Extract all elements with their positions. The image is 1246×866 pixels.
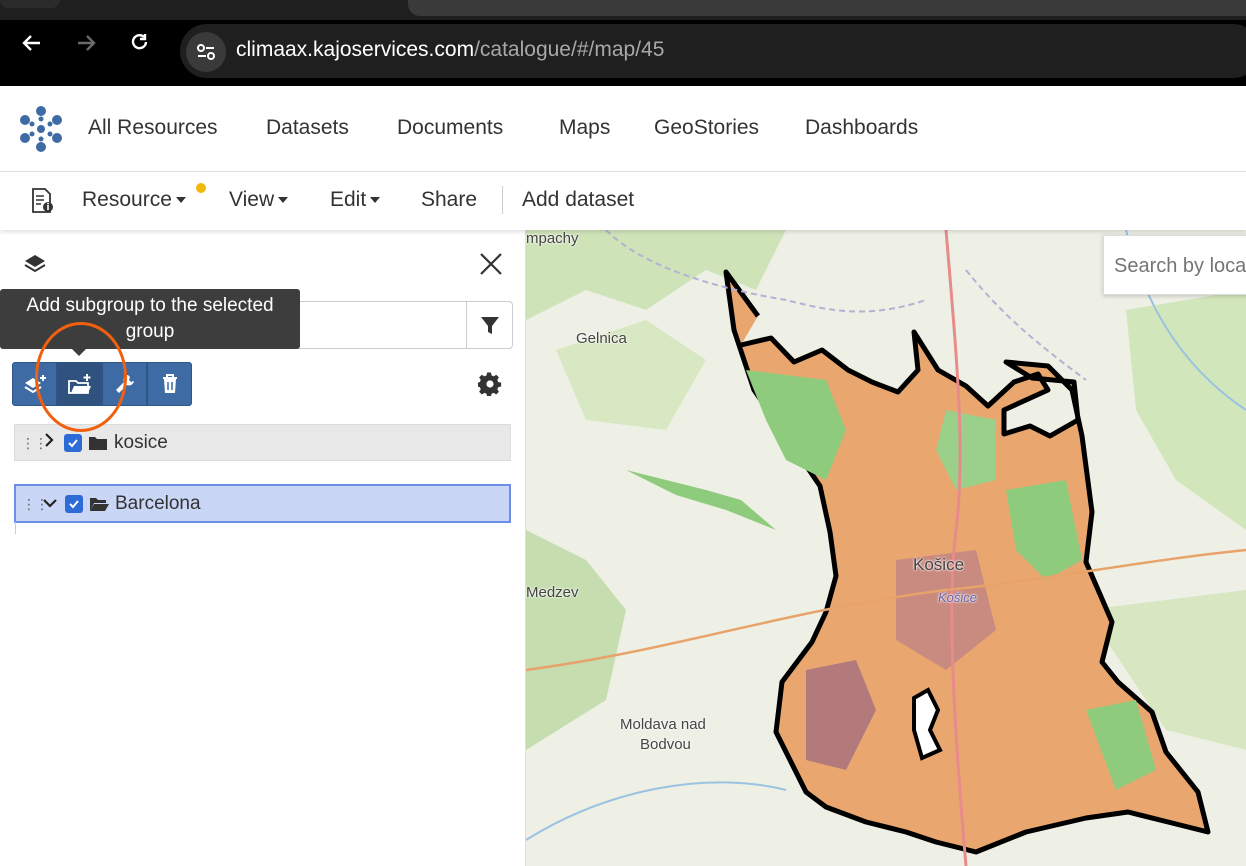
browser-tab-active[interactable] xyxy=(408,0,1246,16)
view-menu[interactable]: View xyxy=(229,188,289,212)
nav-all-resources[interactable]: All Resources xyxy=(88,116,218,140)
browser-tab-strip xyxy=(0,0,1246,20)
map-label-bodvou: Bodvou xyxy=(640,736,691,753)
tree-group-barcelona[interactable]: ⋮⋮ Barcelona xyxy=(14,484,511,523)
gear-icon[interactable] xyxy=(478,372,502,396)
close-icon[interactable] xyxy=(478,250,504,278)
geonode-logo-icon[interactable] xyxy=(16,104,66,154)
reload-button[interactable] xyxy=(130,33,150,53)
nav-datasets[interactable]: Datasets xyxy=(266,116,349,140)
folder-open-icon xyxy=(90,497,109,511)
map-viewport[interactable] xyxy=(526,230,1246,866)
browser-tab[interactable] xyxy=(0,0,60,8)
arrow-right-icon xyxy=(78,35,96,51)
nav-geostories[interactable]: GeoStories xyxy=(654,116,759,140)
menu-divider xyxy=(502,186,503,214)
resource-menu[interactable]: Resource xyxy=(82,188,186,212)
edit-menu-label: Edit xyxy=(330,188,367,211)
nav-documents[interactable]: Documents xyxy=(397,116,503,140)
map-canvas xyxy=(526,230,1246,866)
map-label-medzev: Medzev xyxy=(526,584,579,601)
url-domain: climaax.kajoservices.com xyxy=(236,38,475,61)
nav-dashboards[interactable]: Dashboards xyxy=(805,116,918,140)
filter-button[interactable] xyxy=(466,302,512,348)
annotation-highlight-circle xyxy=(35,322,127,432)
nav-maps[interactable]: Maps xyxy=(559,116,610,140)
visibility-checkbox[interactable] xyxy=(64,433,82,452)
map-label-kosice-small: Košice xyxy=(938,590,978,605)
check-icon xyxy=(68,438,78,447)
drag-handle-icon[interactable]: ⋮⋮ xyxy=(21,436,48,450)
tooltip: Add subgroup to the selected group xyxy=(0,289,300,349)
chevron-right-icon[interactable] xyxy=(41,432,57,454)
folder-icon xyxy=(89,436,107,450)
tune-icon xyxy=(197,44,215,60)
edit-menu[interactable]: Edit xyxy=(330,188,381,212)
drag-handle-icon[interactable]: ⋮⋮ xyxy=(22,497,49,511)
chevron-down-icon[interactable] xyxy=(42,493,58,515)
caret-down-icon xyxy=(370,197,381,204)
add-dataset-button[interactable]: Add dataset xyxy=(522,188,634,212)
document-info-icon[interactable] xyxy=(30,188,54,214)
layers-icon xyxy=(24,255,46,273)
map-label-top: mpachy xyxy=(526,230,579,247)
map-label-moldava: Moldava nad xyxy=(620,716,706,733)
forward-button[interactable] xyxy=(76,33,96,53)
visibility-checkbox[interactable] xyxy=(65,494,83,513)
filter-icon xyxy=(481,317,499,334)
back-button[interactable] xyxy=(22,33,42,53)
check-icon xyxy=(69,499,79,508)
map-search-input[interactable] xyxy=(1114,254,1246,278)
caret-down-icon xyxy=(175,197,186,204)
url-text[interactable]: climaax.kajoservices.com/catalogue/#/map… xyxy=(236,38,664,62)
share-button[interactable]: Share xyxy=(421,188,477,212)
map-label-kosice: Košice xyxy=(913,555,965,574)
trash-icon xyxy=(162,374,177,393)
url-path: /catalogue/#/map/45 xyxy=(474,38,665,61)
delete-button[interactable] xyxy=(147,362,192,406)
unsaved-indicator xyxy=(196,183,206,193)
group-label: Barcelona xyxy=(115,492,201,514)
view-menu-label: View xyxy=(229,188,275,211)
arrow-left-icon xyxy=(22,35,40,51)
tree-guide-line xyxy=(15,522,16,534)
map-label-gelnica: Gelnica xyxy=(576,330,627,347)
site-info-button[interactable] xyxy=(186,32,226,72)
group-label: kosice xyxy=(114,431,168,453)
resource-menu-label: Resource xyxy=(82,188,172,211)
reload-icon xyxy=(131,34,148,50)
caret-down-icon xyxy=(278,197,289,204)
